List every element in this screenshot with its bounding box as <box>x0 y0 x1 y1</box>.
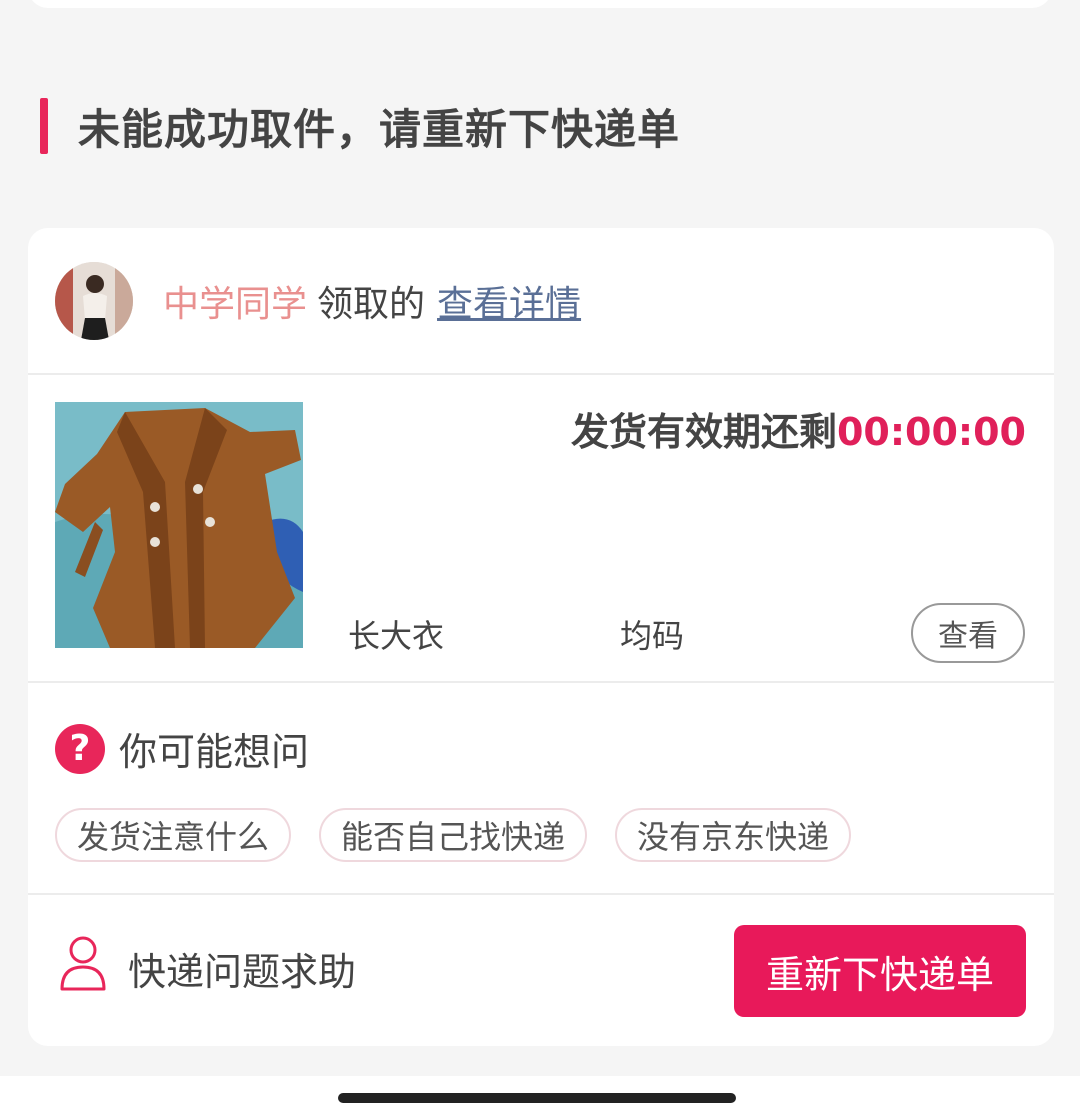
section-accent-bar <box>40 98 48 154</box>
faq-title: 你可能想问 <box>119 730 310 774</box>
faq-section: ? 你可能想问 发货注意什么 能否自己找快递 没有京东快递 <box>28 683 1054 893</box>
countdown-time: 00:00:00 <box>836 410 1026 454</box>
user-avatar[interactable] <box>55 261 133 340</box>
receiver-row: 中学同学 领取的 查看详情 <box>28 228 1054 373</box>
previous-card-edge <box>28 0 1052 8</box>
help-label[interactable]: 快递问题求助 <box>128 941 356 996</box>
person-icon <box>60 936 106 991</box>
view-detail-link[interactable]: 查看详情 <box>437 284 581 325</box>
help-row: 快递问题求助 重新下快递单 <box>28 895 1054 1046</box>
brown-coat-photo <box>55 402 303 648</box>
countdown-label: 发货有效期还剩 <box>570 410 837 454</box>
home-indicator[interactable] <box>338 1093 736 1103</box>
faq-chip[interactable]: 发货注意什么 <box>55 808 292 862</box>
receiver-info: 中学同学 领取的 查看详情 <box>163 275 581 327</box>
receiver-verb: 领取的 <box>317 283 426 325</box>
product-name: 长大衣 <box>348 617 445 655</box>
section-title: 未能成功取件，请重新下快递单 <box>78 104 681 154</box>
avatar-icon <box>55 261 133 340</box>
receiver-name: 中学同学 <box>163 283 308 325</box>
product-image[interactable] <box>55 402 303 648</box>
section-header: 未能成功取件，请重新下快递单 <box>40 96 680 156</box>
question-icon: ? <box>55 723 105 774</box>
page: 未能成功取件，请重新下快递单 中学同学 领取的 查看详情 发货有效期还剩00:0… <box>0 0 1080 1120</box>
order-card: 中学同学 领取的 查看详情 发货有效期还剩00:00:00 长大衣 均码 查看 … <box>28 228 1054 1046</box>
product-size: 均码 <box>620 617 685 655</box>
faq-chip[interactable]: 能否自己找快递 <box>319 808 588 862</box>
shipping-countdown: 发货有效期还剩00:00:00 <box>571 401 1026 456</box>
faq-chip[interactable]: 没有京东快递 <box>615 808 852 862</box>
faq-chips: 发货注意什么 能否自己找快递 没有京东快递 <box>55 808 879 862</box>
product-row: 发货有效期还剩00:00:00 长大衣 均码 查看 <box>28 375 1054 681</box>
reorder-button[interactable]: 重新下快递单 <box>734 925 1026 1017</box>
view-button[interactable]: 查看 <box>911 603 1025 663</box>
faq-header: ? 你可能想问 <box>55 721 309 776</box>
